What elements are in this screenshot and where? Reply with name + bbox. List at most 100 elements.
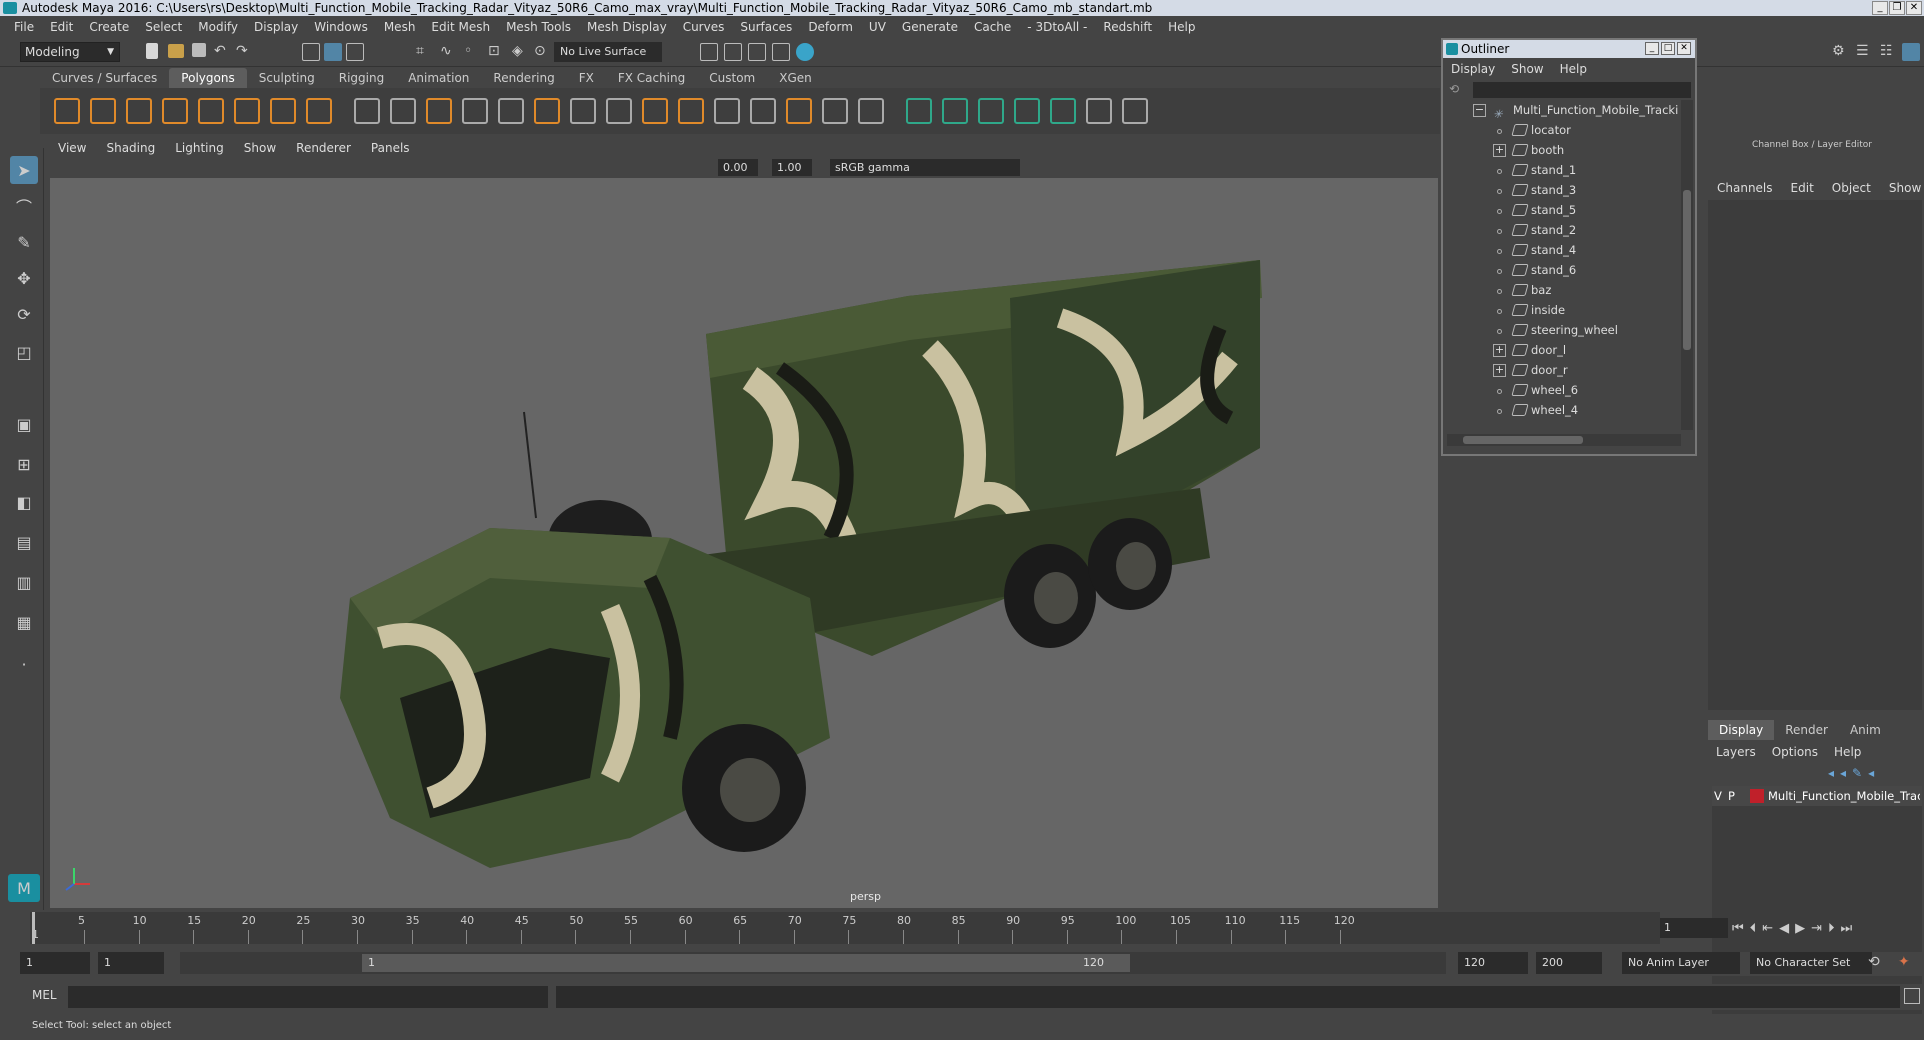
step-forward-icon[interactable]: ⏵ <box>1828 921 1835 936</box>
shelf-tab-custom[interactable]: Custom <box>697 68 767 88</box>
script-editor-icon[interactable] <box>1904 988 1920 1004</box>
channel-box-area[interactable] <box>1708 200 1922 710</box>
time-slider[interactable]: 1 5 10 15 20 25 30 35 40 45 50 55 60 65 70 75 80 85 90 95 10… <box>12 910 1660 946</box>
step-back-icon[interactable]: ⏴ <box>1750 921 1757 936</box>
shelf-tool-icon[interactable] <box>942 98 968 124</box>
channel-box-menu-edit[interactable]: Edit <box>1782 178 1823 198</box>
save-scene-icon[interactable] <box>192 43 206 57</box>
shelf-tool-icon[interactable] <box>678 98 704 124</box>
menu-mesh-tools[interactable]: Mesh Tools <box>498 20 579 34</box>
time-slider-track[interactable]: 1 5 10 15 20 25 30 35 40 45 50 55 60 65 70 75 80 85 90 95 10… <box>30 912 1660 944</box>
shelf-tab-curves-surfaces[interactable]: Curves / Surfaces <box>40 68 169 88</box>
channel-box-menu-show[interactable]: Show <box>1880 178 1924 198</box>
persp-graph-layout-icon[interactable]: ▤ <box>10 528 38 556</box>
shelf-tool-icon[interactable] <box>90 98 116 124</box>
layer-visibility-toggle[interactable]: V <box>1714 786 1722 806</box>
step-forward-key-icon[interactable]: ⇥ <box>1811 921 1822 936</box>
shelf-tool-icon[interactable] <box>306 98 332 124</box>
layout-extra-icon[interactable]: ▦ <box>10 608 38 636</box>
shelf-tab-rigging[interactable]: Rigging <box>327 68 396 88</box>
outliner-item[interactable]: stand_6 <box>1443 260 1679 280</box>
outliner-item[interactable]: + booth <box>1443 140 1679 160</box>
menu-curves[interactable]: Curves <box>675 20 733 34</box>
range-slider-handle[interactable]: 1 120 <box>362 954 1130 972</box>
shelf-tool-icon[interactable] <box>234 98 260 124</box>
outliner-item[interactable]: locator <box>1443 120 1679 140</box>
menu-windows[interactable]: Windows <box>306 20 376 34</box>
channel-box-icon[interactable] <box>1902 43 1920 61</box>
outliner-item[interactable]: steering_wheel <box>1443 320 1679 340</box>
shelf-tool-icon[interactable] <box>606 98 632 124</box>
outliner-menu-help[interactable]: Help <box>1552 60 1595 78</box>
snap-view-icon[interactable]: ⊡ <box>488 43 506 61</box>
play-forward-icon[interactable]: ▶ <box>1795 921 1805 936</box>
shelf-tab-polygons[interactable]: Polygons <box>169 68 247 88</box>
snap-point-icon[interactable]: ◦ <box>464 43 482 61</box>
select-component-icon[interactable] <box>346 43 364 61</box>
truck-model[interactable] <box>50 178 1438 908</box>
move-tool-icon[interactable]: ✥ <box>10 264 38 292</box>
shelf-tool-icon[interactable] <box>162 98 188 124</box>
redo-icon[interactable]: ↷ <box>236 43 254 61</box>
snap-grid-icon[interactable]: ⌗ <box>416 43 434 61</box>
shelf-tool-icon[interactable] <box>390 98 416 124</box>
snap-surface-icon[interactable]: ◈ <box>512 43 530 61</box>
menu-set-dropdown[interactable]: Modeling <box>20 42 120 62</box>
shelf-tool-icon[interactable] <box>786 98 812 124</box>
shelf-tool-icon[interactable] <box>198 98 224 124</box>
mel-input[interactable] <box>68 986 548 1008</box>
gamma-field[interactable]: 1.00 <box>772 159 812 176</box>
play-backward-icon[interactable]: ◀ <box>1779 921 1789 936</box>
auto-key-icon[interactable]: ⟲ <box>1868 954 1880 970</box>
render-current-icon[interactable] <box>724 43 742 61</box>
menu-file[interactable]: File <box>6 20 42 34</box>
scroll-thumb[interactable] <box>1463 436 1583 444</box>
snap-live-icon[interactable]: ⊙ <box>534 43 552 61</box>
menu-create[interactable]: Create <box>81 20 137 34</box>
close-icon[interactable]: ✕ <box>1906 1 1922 15</box>
menu-generate[interactable]: Generate <box>894 20 966 34</box>
menu-mesh[interactable]: Mesh <box>376 20 424 34</box>
display-layer-row[interactable]: V P Multi_Function_Mobile_Track <box>1712 786 1922 806</box>
go-to-end-icon[interactable]: ⏭ <box>1841 921 1853 936</box>
character-set-dropdown[interactable]: No Character Set <box>1750 952 1872 974</box>
viewport-menu-lighting[interactable]: Lighting <box>165 138 234 158</box>
attribute-editor-icon[interactable]: ☰ <box>1856 43 1874 61</box>
select-object-mode-icon[interactable] <box>324 43 342 61</box>
lasso-tool-icon[interactable]: ⌒ <box>10 192 38 220</box>
shelf-tool-icon[interactable] <box>978 98 1004 124</box>
open-scene-icon[interactable] <box>168 44 184 58</box>
outliner-item[interactable]: −✳ Multi_Function_Mobile_Tracking_ <box>1443 100 1679 121</box>
outliner-vertical-scrollbar[interactable] <box>1681 100 1693 430</box>
menu-cache[interactable]: Cache <box>966 20 1019 34</box>
menu-uv[interactable]: UV <box>861 20 894 34</box>
shelf-tool-icon[interactable] <box>1014 98 1040 124</box>
anim-layer-dropdown[interactable]: No Anim Layer <box>1622 952 1740 974</box>
outliner-horizontal-scrollbar[interactable] <box>1447 434 1681 446</box>
exposure-field[interactable]: 0.00 <box>718 159 758 176</box>
outliner-search-input[interactable] <box>1473 82 1691 98</box>
outliner-filter-icon[interactable]: ⟲ <box>1449 82 1465 98</box>
collapse-icon[interactable]: − <box>1473 104 1486 117</box>
shelf-tab-rendering[interactable]: Rendering <box>481 68 566 88</box>
render-settings-icon[interactable] <box>772 43 790 61</box>
shelf-tool-icon[interactable] <box>126 98 152 124</box>
mel-label[interactable]: MEL <box>32 988 57 1002</box>
outliner-item[interactable]: inside <box>1443 300 1679 320</box>
menu-display[interactable]: Display <box>246 20 306 34</box>
viewport-menu-panels[interactable]: Panels <box>361 138 420 158</box>
shelf-tool-icon[interactable] <box>354 98 380 124</box>
shelf-tool-icon[interactable] <box>1050 98 1076 124</box>
playback-start-field[interactable]: 1 <box>98 952 164 974</box>
shelf-tool-icon[interactable] <box>426 98 452 124</box>
undo-icon[interactable]: ↶ <box>214 43 232 61</box>
layer-color-swatch[interactable] <box>1750 789 1764 803</box>
paint-select-tool-icon[interactable]: ✎ <box>10 228 38 256</box>
menu-deform[interactable]: Deform <box>800 20 861 34</box>
shelf-tool-icon[interactable] <box>642 98 668 124</box>
layer-tab-render[interactable]: Render <box>1774 720 1839 740</box>
menu-help[interactable]: Help <box>1160 20 1203 34</box>
ipr-render-icon[interactable] <box>748 43 766 61</box>
maximize-icon[interactable]: □ <box>1661 42 1675 55</box>
layer-name[interactable]: Multi_Function_Mobile_Track <box>1768 786 1920 806</box>
